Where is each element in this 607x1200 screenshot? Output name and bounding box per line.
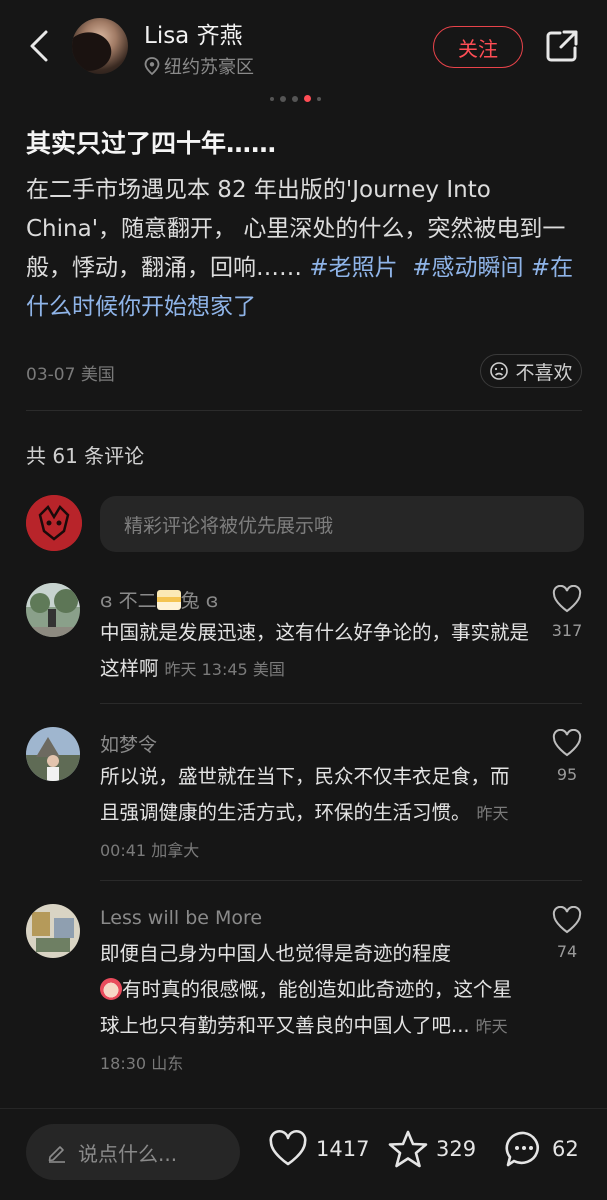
favorite-count: 329: [436, 1137, 477, 1161]
comment-like-count: 74: [556, 942, 578, 961]
like-button[interactable]: 1417: [268, 1129, 369, 1169]
share-icon: [546, 30, 578, 62]
like-count: 1417: [316, 1137, 370, 1161]
comment-text: 中国就是发展迅速，这有什么好争论的，事实就是这样啊 昨天 13:45 美国: [100, 621, 530, 680]
post-detail-page: Lisa 齐燕 纽约苏豪区 关注 其实只过了四十年…… 在二手市场遇见本 82 …: [0, 0, 607, 1200]
say-something-input[interactable]: 说点什么...: [26, 1124, 240, 1180]
comment-bubble-icon: [505, 1131, 539, 1167]
back-button[interactable]: [22, 26, 58, 66]
divider: [26, 410, 582, 411]
heart-icon[interactable]: [552, 906, 582, 934]
share-button[interactable]: [544, 28, 580, 64]
location-text: 纽约苏豪区: [164, 57, 254, 78]
commenter-name[interactable]: Less will be More: [100, 907, 262, 929]
commenter-name[interactable]: 如梦令: [100, 730, 157, 757]
divider: [100, 703, 582, 704]
comment-count-bottom: 62: [552, 1137, 579, 1161]
comment-count: 共 61 条评论: [26, 444, 145, 468]
say-placeholder: 说点什么...: [78, 1141, 178, 1166]
commenter-avatar[interactable]: [26, 904, 80, 958]
author-avatar[interactable]: [72, 18, 128, 74]
image-pager-dots: [270, 95, 321, 102]
chevron-left-icon: [30, 30, 48, 62]
follow-button[interactable]: 关注: [433, 26, 523, 68]
pencil-icon: [48, 1146, 65, 1163]
heart-icon: [269, 1129, 307, 1166]
comment-text: 所以说，盛世就在当下，民众不仅丰衣足食，而且强调健康的生活方式，环保的生活习惯。…: [100, 765, 510, 860]
tag-old-photos[interactable]: #老照片: [309, 255, 397, 281]
comment-button[interactable]: 62: [504, 1129, 579, 1169]
author-location: 纽约苏豪区: [144, 53, 254, 79]
comment-region: 加拿大: [151, 841, 200, 860]
post-title: 其实只过了四十年……: [26, 129, 277, 158]
location-pin-icon: [144, 57, 160, 75]
dislike-button[interactable]: 不喜欢: [480, 354, 582, 388]
header: Lisa 齐燕 纽约苏豪区 关注: [0, 0, 607, 90]
post-meta: 03-07 美国: [26, 360, 115, 385]
cake-emoji-icon: [156, 590, 181, 610]
dislike-label: 不喜欢: [515, 361, 573, 384]
bottom-action-bar: 说点什么... 1417 329 62: [0, 1108, 607, 1200]
commenter-avatar[interactable]: [26, 727, 80, 781]
sad-face-icon: [490, 362, 509, 380]
heart-icon[interactable]: [552, 729, 582, 757]
post-date: 03-07: [26, 365, 76, 385]
comment-region: 美国: [252, 660, 285, 679]
star-icon: [388, 1130, 428, 1168]
commenter-avatar[interactable]: [26, 583, 80, 637]
comment-like-count: 317: [551, 621, 583, 640]
post-region: 美国: [80, 365, 115, 385]
comment-like-count: 95: [556, 765, 578, 784]
commenter-name[interactable]: ɞ 不二兔 ɞ: [100, 586, 218, 613]
favorite-button[interactable]: 329: [388, 1129, 476, 1169]
my-avatar: [26, 495, 82, 551]
heart-icon[interactable]: [552, 585, 582, 613]
comment-time: 昨天 13:45: [164, 660, 248, 679]
comment-region: 山东: [151, 1054, 184, 1073]
comment-input[interactable]: 精彩评论将被优先展示哦: [100, 496, 584, 552]
post-body: 在二手市场遇见本 82 年出版的'Journey Into China'，随意翻…: [26, 171, 586, 327]
author-name[interactable]: Lisa 齐燕: [144, 16, 243, 50]
clown-emoji-icon: [100, 978, 122, 1000]
comment-text: 即便自己身为中国人也觉得是奇迹的程度 有时真的很感慨，能创造如此奇迹的，这个星球…: [100, 942, 513, 1073]
divider: [100, 880, 582, 881]
tag-touching-moment[interactable]: #感动瞬间: [412, 255, 523, 281]
